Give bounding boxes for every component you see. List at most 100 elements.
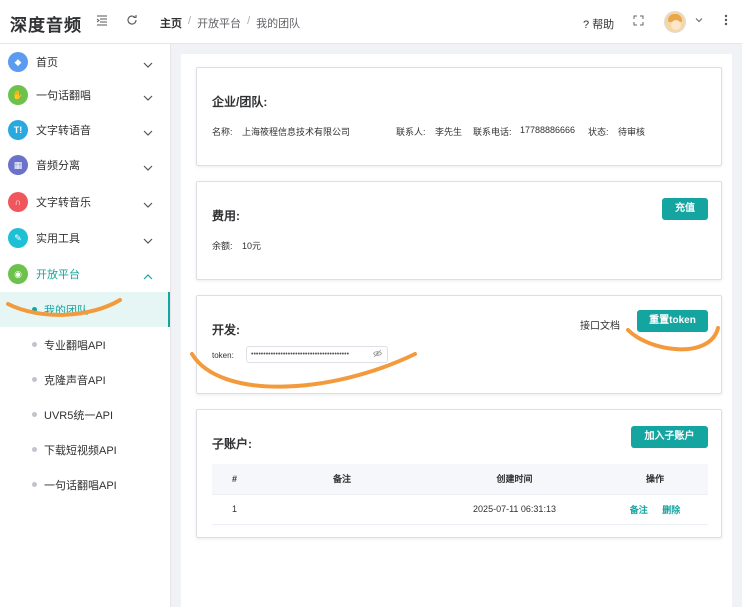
sidebar-subitem-label: 下载短视频API bbox=[44, 445, 117, 457]
bullet-icon bbox=[32, 482, 37, 487]
fees-title: 费用: bbox=[212, 209, 240, 223]
sidebar-subitem-my-team[interactable]: 我的团队 bbox=[0, 292, 170, 327]
token-value: •••••••••••••••••••••••••••••••••••••••• bbox=[251, 351, 350, 358]
sidebar-subitem-label: UVR5统一API bbox=[44, 410, 114, 422]
breadcrumb-open-platform[interactable]: 开放平台 bbox=[197, 15, 241, 31]
help-button[interactable]: ? 帮助 bbox=[583, 16, 614, 32]
row-actions: 备注 删除 bbox=[602, 494, 708, 525]
row-index: 1 bbox=[212, 494, 257, 525]
subaccounts-card: 子账户: 加入子账户 # 备注 创建时间 操作 1 2025-07-11 06:… bbox=[196, 409, 722, 538]
sidebar-item-label: 实用工具 bbox=[36, 233, 80, 245]
token-field[interactable]: •••••••••••••••••••••••••••••••••••••••• bbox=[246, 346, 388, 363]
sidebar-subitem-download-video-api[interactable]: 下载短视频API bbox=[0, 432, 170, 467]
thumb-icon: ✋ bbox=[8, 85, 28, 105]
sidebar-subitem-label: 一句话翻唱API bbox=[44, 480, 117, 492]
token-label: token: bbox=[212, 351, 234, 360]
note-button[interactable]: 备注 bbox=[630, 505, 648, 515]
sidebar-subitem-one-sentence-cover-api[interactable]: 一句话翻唱API bbox=[0, 467, 170, 502]
table-row: 1 2025-07-11 06:31:13 备注 删除 bbox=[212, 494, 708, 525]
balance-label: 余额: bbox=[212, 241, 233, 251]
sidebar-item-label: 音频分离 bbox=[36, 160, 80, 172]
sidebar-item-separation[interactable]: ▦ 音频分离 bbox=[0, 147, 170, 183]
recharge-button[interactable]: 充值 bbox=[662, 198, 708, 220]
open-platform-icon: ◉ bbox=[8, 264, 28, 284]
sidebar-item-tools[interactable]: ✎ 实用工具 bbox=[0, 220, 170, 256]
table-header-row: # 备注 创建时间 操作 bbox=[212, 464, 708, 495]
main-area: 企业/团队: 名称: 上海筱程信息技术有限公司 联系人: 李先生 联系电话: 1… bbox=[171, 44, 742, 607]
column-header-index: # bbox=[212, 464, 257, 495]
subaccounts-title: 子账户: bbox=[212, 437, 252, 451]
bullet-icon bbox=[32, 307, 37, 312]
help-icon: ? bbox=[583, 19, 590, 31]
delete-button[interactable]: 删除 bbox=[662, 505, 680, 515]
breadcrumb-separator: / bbox=[247, 15, 251, 27]
column-header-actions: 操作 bbox=[602, 464, 708, 495]
fullscreen-icon[interactable] bbox=[633, 15, 644, 29]
chevron-down-icon bbox=[143, 233, 153, 244]
sidebar-subitem-label: 我的团队 bbox=[44, 305, 88, 317]
chevron-down-icon bbox=[143, 90, 153, 101]
reset-token-button[interactable]: 重置token bbox=[637, 310, 708, 332]
wrench-icon: ✎ bbox=[8, 228, 28, 248]
eye-off-icon[interactable] bbox=[373, 349, 382, 358]
row-note bbox=[257, 494, 427, 525]
breadcrumb-my-team: 我的团队 bbox=[256, 18, 301, 30]
sidebar-item-label: 文字转音乐 bbox=[36, 197, 91, 209]
status-label: 状态: bbox=[588, 127, 609, 137]
bullet-icon bbox=[32, 377, 37, 382]
sidebar-item-cover[interactable]: ✋ 一句话翻唱 bbox=[0, 77, 170, 113]
sidebar-subitem-label: 专业翻唱API bbox=[44, 340, 106, 352]
sidebar-subitem-clone-voice-api[interactable]: 克隆声音API bbox=[0, 362, 170, 397]
column-header-note: 备注 bbox=[257, 464, 427, 495]
sidebar-item-label: 首页 bbox=[36, 57, 58, 69]
headphone-icon: ∩ bbox=[8, 192, 28, 212]
breadcrumb-home[interactable]: 主页 bbox=[160, 15, 182, 31]
sidebar-item-label: 文字转语音 bbox=[36, 125, 91, 137]
sidebar: ◆ 首页 ✋ 一句话翻唱 T! 文字转语音 ▦ 音频分离 ∩ 文字转音乐 ✎ 实… bbox=[0, 44, 171, 607]
sidebar-item-tts[interactable]: T! 文字转语音 bbox=[0, 112, 170, 148]
company-name-value: 上海筱程信息技术有限公司 bbox=[242, 127, 351, 137]
status-badge: 待审核 bbox=[618, 127, 646, 137]
add-subaccount-button[interactable]: 加入子账户 bbox=[631, 426, 708, 448]
column-header-created: 创建时间 bbox=[427, 464, 602, 495]
sidebar-item-label: 开放平台 bbox=[36, 269, 80, 281]
sidebar-subitem-pro-cover-api[interactable]: 专业翻唱API bbox=[0, 327, 170, 362]
bullet-icon bbox=[32, 447, 37, 452]
sidebar-item-home[interactable]: ◆ 首页 bbox=[0, 44, 170, 80]
company-title: 企业/团队: bbox=[212, 95, 268, 109]
subaccounts-table: # 备注 创建时间 操作 1 2025-07-11 06:31:13 备注 删除 bbox=[212, 464, 708, 525]
chevron-down-icon[interactable] bbox=[694, 15, 704, 28]
phone-label: 联系电话: bbox=[473, 127, 512, 137]
sidebar-item-text-to-music[interactable]: ∩ 文字转音乐 bbox=[0, 184, 170, 220]
help-label: 帮助 bbox=[592, 19, 615, 31]
phone-value: 17788886666 bbox=[520, 125, 576, 135]
collapse-menu-icon[interactable] bbox=[94, 14, 110, 30]
diamond-icon: ◆ bbox=[8, 52, 28, 72]
bullet-icon bbox=[32, 412, 37, 417]
more-vertical-icon[interactable] bbox=[724, 13, 728, 30]
bullet-icon bbox=[32, 342, 37, 347]
dev-card: 开发: 接口文档 重置token token: ••••••••••••••••… bbox=[196, 295, 722, 394]
fees-card: 费用: 充值 余额: 10元 bbox=[196, 181, 722, 280]
chevron-down-icon bbox=[143, 125, 153, 136]
grid-icon: ▦ bbox=[8, 155, 28, 175]
contact-label: 联系人: bbox=[396, 127, 426, 137]
app-logo: 深度音频 bbox=[10, 16, 82, 35]
chevron-down-icon bbox=[143, 160, 153, 171]
top-header: 深度音频 主页 / 开放平台 / 我的团队 ? 帮助 bbox=[0, 0, 742, 44]
chevron-down-icon bbox=[143, 197, 153, 208]
api-docs-link[interactable]: 接口文档 bbox=[580, 317, 620, 332]
chevron-up-icon bbox=[143, 269, 153, 280]
refresh-icon[interactable] bbox=[124, 14, 140, 30]
content-panel: 企业/团队: 名称: 上海筱程信息技术有限公司 联系人: 李先生 联系电话: 1… bbox=[181, 54, 732, 607]
breadcrumb-separator: / bbox=[188, 15, 192, 27]
sidebar-item-open-platform[interactable]: ◉ 开放平台 bbox=[0, 256, 170, 292]
balance-value: 10元 bbox=[242, 241, 262, 251]
user-avatar[interactable] bbox=[664, 11, 686, 33]
company-name-label: 名称: bbox=[212, 127, 233, 137]
breadcrumb: 主页 / 开放平台 / 我的团队 bbox=[160, 15, 300, 31]
sidebar-subitem-label: 克隆声音API bbox=[44, 375, 106, 387]
contact-value: 李先生 bbox=[435, 127, 463, 137]
sidebar-subitem-uvr5-api[interactable]: UVR5统一API bbox=[0, 397, 170, 432]
sidebar-item-label: 一句话翻唱 bbox=[36, 90, 91, 102]
